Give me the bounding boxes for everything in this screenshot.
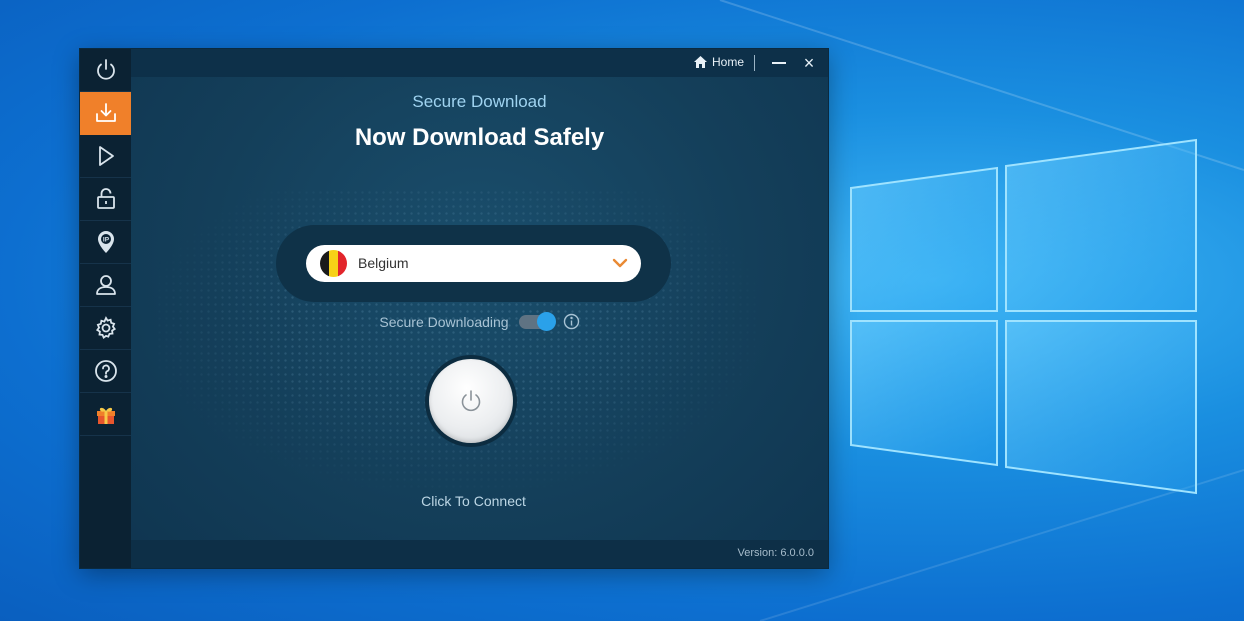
belgium-flag-icon (320, 250, 347, 277)
download-icon (95, 103, 116, 122)
secure-downloading-label: Secure Downloading (379, 313, 509, 330)
info-icon[interactable] (563, 313, 580, 330)
svg-text:IP: IP (102, 237, 109, 244)
close-button[interactable]: × (800, 54, 818, 72)
help-icon (94, 360, 117, 382)
sidebar-item-download[interactable] (80, 92, 131, 135)
connect-button[interactable] (429, 359, 513, 443)
location-dropdown[interactable]: Belgium (306, 245, 641, 282)
title-bar: Home × (131, 49, 828, 77)
vpn-app-window: IP Home × Secure Download Now Download S… (80, 49, 828, 568)
sidebar: IP (80, 49, 131, 568)
connect-label: Click To Connect (421, 493, 526, 509)
toggle-knob (536, 311, 556, 331)
page-title: Now Download Safely (354, 124, 605, 151)
power-icon (461, 390, 481, 412)
sidebar-item-account[interactable] (80, 264, 131, 307)
minimize-button[interactable] (772, 62, 786, 64)
home-label: Home (711, 55, 744, 69)
sidebar-item-streaming[interactable] (80, 135, 131, 178)
location-selector-container: Belgium (276, 225, 671, 302)
lock-icon (96, 188, 115, 209)
connect-button-ring (425, 355, 517, 447)
flag-stripe-black (320, 250, 329, 277)
ip-location-icon: IP (97, 231, 114, 253)
secure-downloading-row: Secure Downloading (131, 311, 828, 331)
page-subtitle: Secure Download (412, 92, 547, 111)
user-icon (95, 275, 116, 295)
home-button[interactable]: Home (693, 55, 744, 69)
sidebar-item-ip[interactable]: IP (80, 221, 131, 264)
power-icon (96, 59, 115, 80)
home-icon (693, 56, 707, 68)
gear-icon (95, 316, 116, 339)
sidebar-item-settings[interactable] (80, 307, 131, 350)
flag-stripe-yellow (329, 250, 338, 277)
sidebar-item-help[interactable] (80, 350, 131, 393)
sidebar-item-gift[interactable] (80, 393, 131, 436)
secure-downloading-toggle[interactable] (518, 311, 556, 331)
flag-stripe-red (338, 250, 347, 277)
sidebar-item-security[interactable] (80, 178, 131, 221)
gift-icon (96, 407, 115, 424)
play-icon (98, 146, 114, 166)
selected-country: Belgium (358, 255, 409, 271)
version-label: Version: 6.0.0.0 (737, 547, 814, 559)
titlebar-separator (754, 55, 755, 71)
chevron-down-icon (612, 258, 628, 268)
footer: Version: 6.0.0.0 (131, 540, 828, 568)
main-panel: Home × Secure Download Now Download Safe… (131, 49, 828, 568)
sidebar-item-power[interactable] (80, 49, 131, 92)
